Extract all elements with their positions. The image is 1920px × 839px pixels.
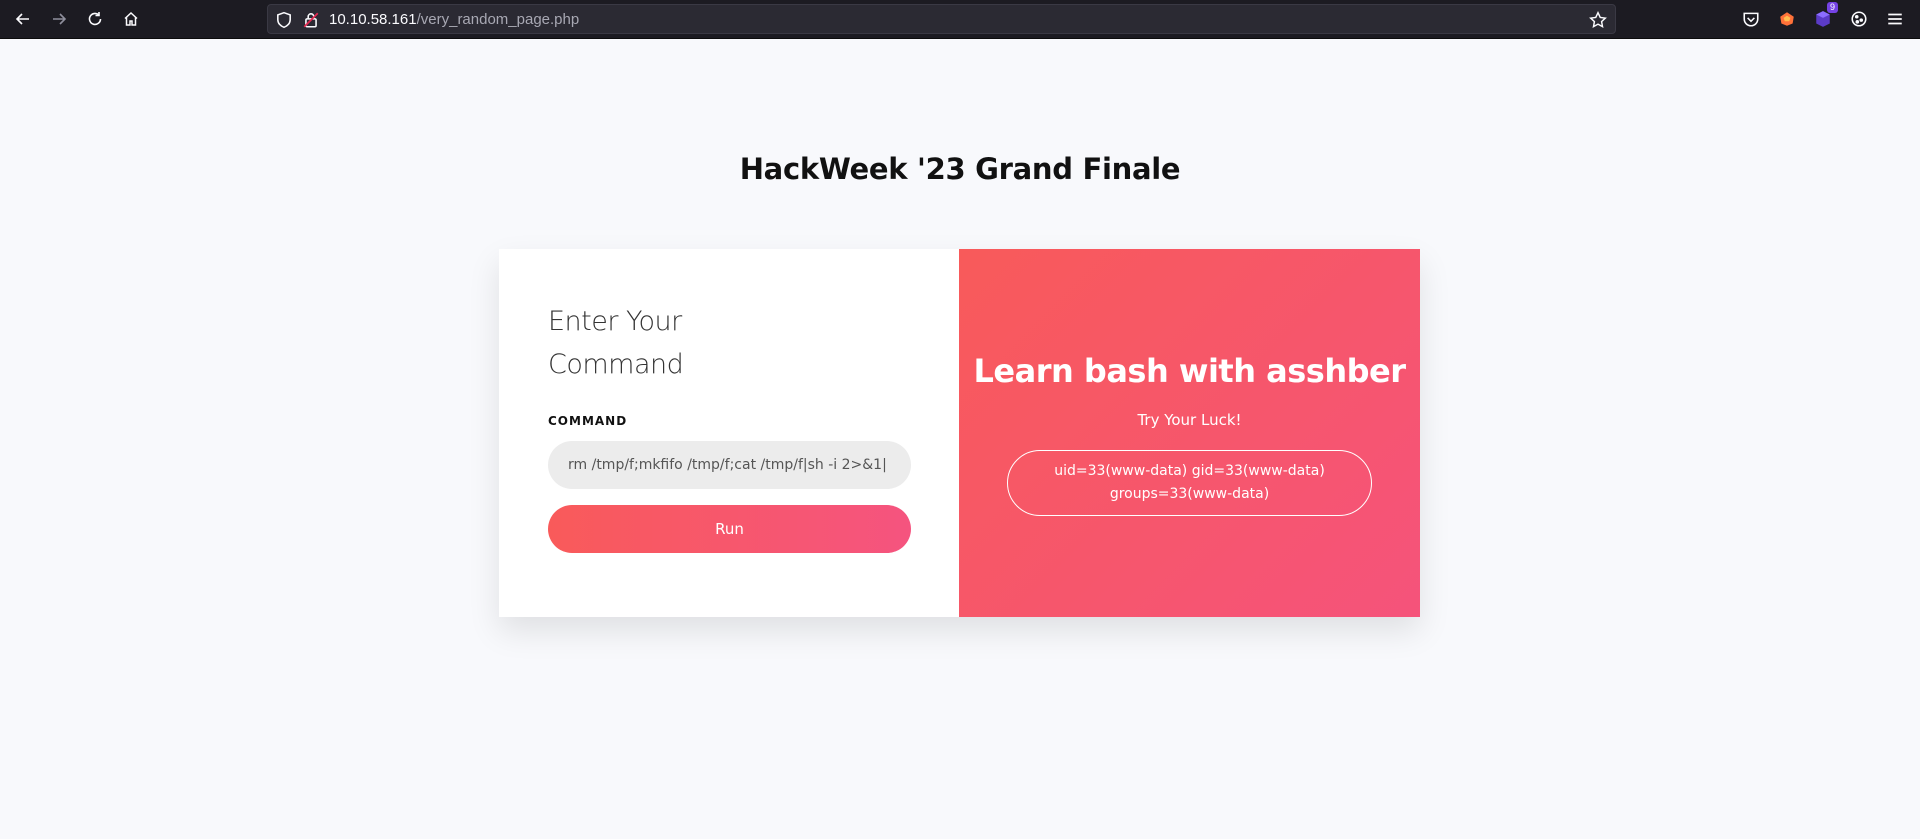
command-output: uid=33(www-data) gid=33(www-data) groups… bbox=[1007, 450, 1372, 516]
url-text[interactable]: 10.10.58.161/very_random_page.php bbox=[329, 11, 579, 28]
reload-icon[interactable] bbox=[82, 6, 108, 32]
extension-badge: 9 bbox=[1826, 2, 1838, 13]
home-icon[interactable] bbox=[118, 6, 144, 32]
url-host: 10.10.58.161 bbox=[329, 11, 417, 28]
cookie-icon[interactable] bbox=[1848, 8, 1870, 30]
result-panel: Learn bash with asshber Try Your Luck! u… bbox=[959, 249, 1420, 617]
forward-arrow-icon[interactable] bbox=[46, 6, 72, 32]
star-icon[interactable] bbox=[1589, 11, 1607, 29]
panel-subheading: Try Your Luck! bbox=[1137, 411, 1242, 429]
page-title: HackWeek '23 Grand Finale bbox=[739, 152, 1181, 186]
menu-icon[interactable] bbox=[1884, 8, 1906, 30]
address-bar[interactable]: 10.10.58.161/very_random_page.php bbox=[267, 4, 1616, 34]
form-heading: Enter Your Command bbox=[548, 306, 684, 380]
command-label: COMMAND bbox=[548, 414, 628, 428]
url-path: /very_random_page.php bbox=[416, 11, 580, 28]
back-arrow-icon[interactable] bbox=[10, 6, 36, 32]
pocket-icon[interactable] bbox=[1740, 8, 1762, 30]
run-button[interactable]: Run bbox=[548, 505, 911, 553]
browser-toolbar: 10.10.58.161/very_random_page.php 9 bbox=[0, 0, 1920, 39]
command-input[interactable] bbox=[548, 441, 911, 489]
extension-icon[interactable]: 9 bbox=[1812, 2, 1838, 30]
command-card: Enter Your Command COMMAND Run Learn bas… bbox=[499, 249, 1420, 617]
command-form: Enter Your Command COMMAND Run bbox=[499, 249, 959, 617]
panel-heading: Learn bash with asshber bbox=[973, 352, 1406, 390]
firefox-extension-icon[interactable] bbox=[1776, 8, 1798, 30]
lock-icon[interactable] bbox=[302, 11, 320, 29]
shield-icon[interactable] bbox=[275, 11, 293, 29]
